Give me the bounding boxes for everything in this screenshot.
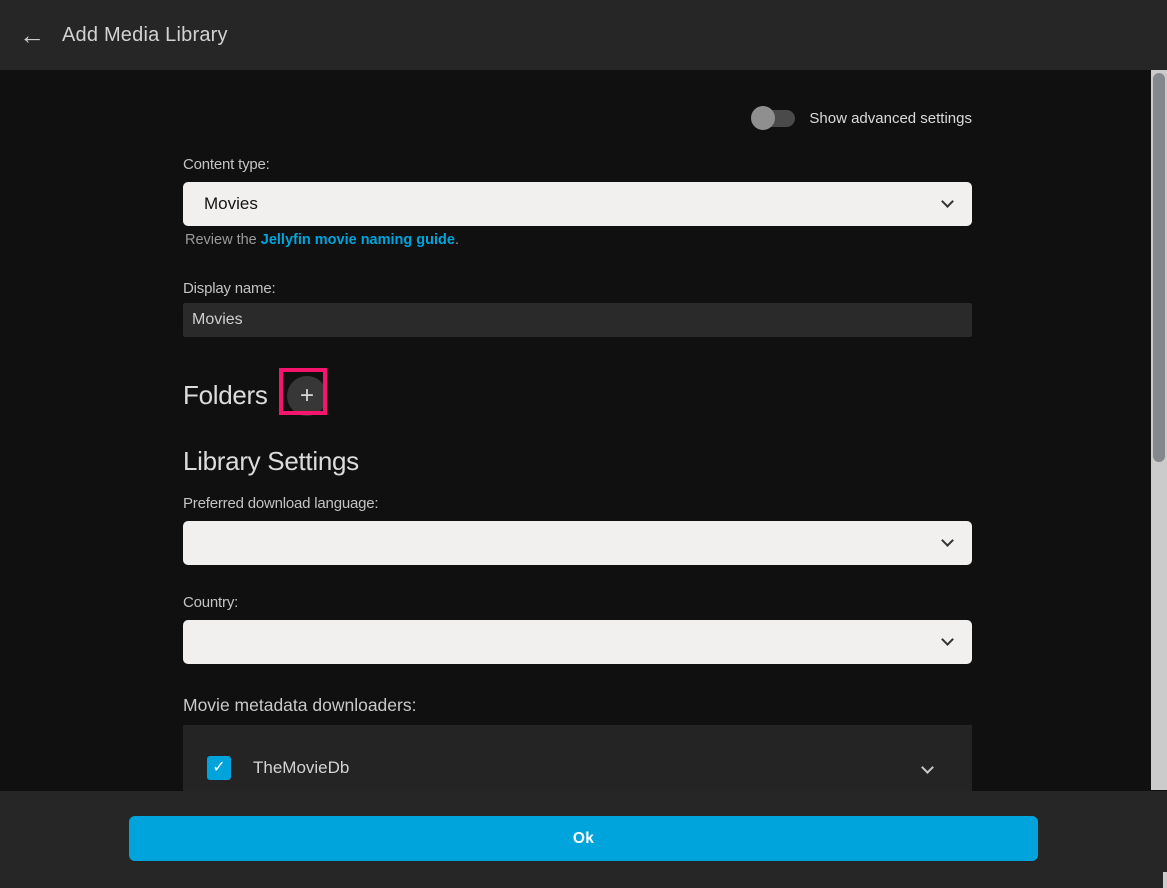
metadata-downloader-row: ✓ TheMovieDb [183, 725, 972, 791]
display-name-label: Display name: [183, 280, 275, 297]
preferred-language-select[interactable] [183, 521, 972, 565]
chevron-down-icon[interactable] [921, 761, 934, 774]
page-title: Add Media Library [62, 24, 228, 47]
country-label: Country: [183, 594, 238, 611]
ok-button[interactable]: Ok [129, 816, 1038, 861]
content-type-select[interactable]: Movies [183, 182, 972, 226]
show-advanced-settings-label: Show advanced settings [809, 110, 972, 127]
chevron-down-icon [941, 534, 954, 547]
naming-guide-helper: Review the Jellyfin movie naming guide. [185, 232, 459, 248]
add-media-library-page: ← Add Media Library Show advanced settin… [0, 0, 1167, 888]
content-type-value: Movies [204, 194, 258, 214]
themoviedb-label: TheMovieDb [253, 758, 349, 778]
scrollbar-corner [1163, 872, 1167, 888]
check-icon: ✓ [212, 759, 225, 776]
add-folder-button[interactable]: + [287, 376, 327, 416]
metadata-downloaders-label: Movie metadata downloaders: [183, 695, 416, 716]
content-type-label: Content type: [183, 156, 270, 173]
naming-guide-link[interactable]: Jellyfin movie naming guide [261, 232, 455, 248]
show-advanced-settings-toggle[interactable] [751, 106, 797, 130]
chevron-down-icon [941, 195, 954, 208]
helper-prefix: Review the [185, 232, 261, 248]
display-name-input[interactable] [183, 303, 972, 337]
scrollbar-thumb[interactable] [1153, 73, 1165, 462]
arrow-left-icon: ← [19, 20, 45, 50]
helper-suffix: . [455, 232, 459, 248]
app-header: ← Add Media Library [0, 0, 1167, 70]
chevron-down-icon [941, 633, 954, 646]
themoviedb-checkbox[interactable]: ✓ [207, 756, 231, 780]
plus-icon: + [300, 382, 314, 409]
dialog-footer: Ok [0, 791, 1167, 888]
back-button[interactable]: ← [10, 13, 54, 57]
scrollbar[interactable] [1151, 70, 1167, 790]
folders-heading: Folders [183, 380, 268, 411]
advanced-settings-row: Show advanced settings [183, 104, 972, 132]
country-select[interactable] [183, 620, 972, 664]
preferred-language-label: Preferred download language: [183, 495, 378, 512]
library-settings-heading: Library Settings [183, 446, 359, 477]
